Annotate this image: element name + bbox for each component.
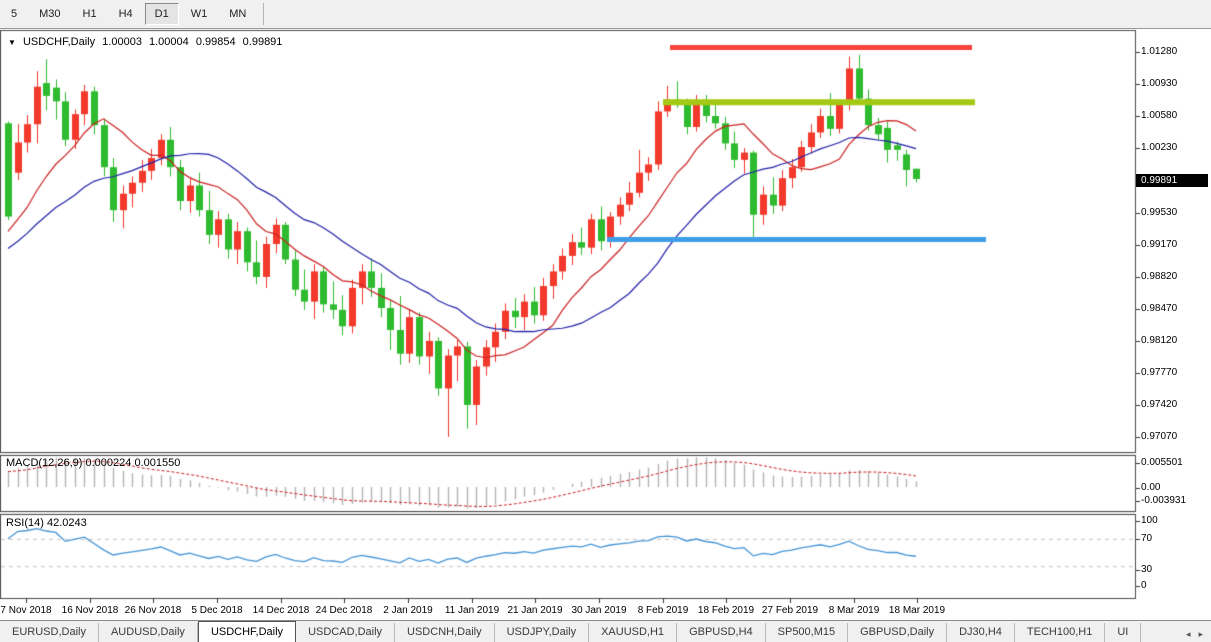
tab-USDCNH-Daily[interactable]: USDCNH,Daily: [395, 623, 495, 642]
date-axis-label: 11 Jan 2019: [445, 605, 499, 616]
date-axis-label: 8 Mar 2019: [829, 605, 880, 616]
price-axis-label: 0.99170: [1141, 239, 1177, 250]
price-axis-label: 0.98470: [1141, 303, 1177, 314]
tab-scroll-arrows: ◂▸: [1182, 627, 1211, 642]
price-axis-label: 0.97770: [1141, 367, 1177, 378]
quote-low: 0.99854: [196, 36, 236, 48]
macd-indicator-title: MACD(12,26,9) 0.000224 0.001550: [6, 457, 180, 469]
price-axis-label: 0.99530: [1141, 207, 1177, 218]
price-axis-label: 1.00930: [1141, 78, 1177, 89]
date-axis-label: 7 Nov 2018: [0, 605, 51, 616]
tab-USDJPY-Daily[interactable]: USDJPY,Daily: [495, 623, 590, 642]
tab-USDCAD-Daily[interactable]: USDCAD,Daily: [296, 623, 395, 642]
price-axis-label: 0.98820: [1141, 271, 1177, 282]
macd-axis-label: -0.003931: [1141, 495, 1186, 506]
timeframe-m30[interactable]: M30: [29, 3, 70, 25]
tab-scroll-left-icon[interactable]: ◂: [1182, 627, 1195, 642]
tab-scroll-right-icon[interactable]: ▸: [1194, 627, 1207, 642]
macd-main-value: 0.000224: [85, 457, 131, 469]
price-axis-label: 0.97070: [1141, 431, 1177, 442]
price-axis-label: 1.01280: [1141, 46, 1177, 57]
date-axis-label: 2 Jan 2019: [383, 605, 433, 616]
tab-USDCHF-Daily[interactable]: USDCHF,Daily: [198, 621, 296, 642]
rsi-axis-label: 100: [1141, 515, 1158, 526]
date-axis-label: 24 Dec 2018: [316, 605, 373, 616]
date-axis-label: 27 Feb 2019: [762, 605, 818, 616]
price-axis-label: 0.97420: [1141, 399, 1177, 410]
current-price-badge: 0.99891: [1136, 174, 1208, 187]
date-axis-label: 16 Nov 2018: [62, 605, 119, 616]
rsi-label: RSI(14): [6, 517, 44, 529]
macd-axis-label: 0.00: [1141, 482, 1160, 493]
trading-terminal-window: 5M30H1H4D1W1MN ▼ USDCHF,Daily 1.00003 1.…: [0, 0, 1211, 642]
tab-EURUSD-Daily[interactable]: EURUSD,Daily: [0, 623, 99, 642]
date-axis-label: 21 Jan 2019: [507, 605, 562, 616]
price-axis-label: 1.00230: [1141, 142, 1177, 153]
date-axis-label: 8 Feb 2019: [638, 605, 689, 616]
tab-XAUUSD-H1[interactable]: XAUUSD,H1: [589, 623, 677, 642]
rsi-axis-label: 0: [1141, 580, 1147, 591]
chart-tabs-bar: EURUSD,DailyAUDUSD,DailyUSDCHF,DailyUSDC…: [0, 620, 1211, 642]
collapse-chart-icon[interactable]: ▼: [8, 38, 16, 47]
rsi-value: 42.0243: [47, 517, 87, 529]
date-axis-label: 5 Dec 2018: [191, 605, 242, 616]
quote-open: 1.00003: [102, 36, 142, 48]
rsi-indicator-title: RSI(14) 42.0243: [6, 517, 87, 529]
timeframe-d1[interactable]: D1: [145, 3, 179, 25]
rsi-axis-label: 70: [1141, 533, 1152, 544]
price-axis-label: 0.98120: [1141, 335, 1177, 346]
date-axis-label: 26 Nov 2018: [125, 605, 182, 616]
date-axis-label: 18 Feb 2019: [698, 605, 754, 616]
rsi-axis-label: 30: [1141, 564, 1152, 575]
tab-GBPUSD-H4[interactable]: GBPUSD,H4: [677, 623, 766, 642]
timeframe-mn[interactable]: MN: [219, 3, 256, 25]
date-axis-label: 30 Jan 2019: [571, 605, 626, 616]
macd-label: MACD(12,26,9): [6, 457, 82, 469]
timeframe-w1[interactable]: W1: [181, 3, 218, 25]
macd-signal-value: 0.001550: [134, 457, 180, 469]
timeframe-h4[interactable]: H4: [109, 3, 143, 25]
quote-close: 0.99891: [243, 36, 283, 48]
timeframe-toolbar: 5M30H1H4D1W1MN: [0, 0, 1211, 29]
date-axis-label: 18 Mar 2019: [889, 605, 945, 616]
timeframe-h1[interactable]: H1: [73, 3, 107, 25]
price-chart-canvas[interactable]: [0, 29, 1211, 620]
tab-AUDUSD-Daily[interactable]: AUDUSD,Daily: [99, 623, 198, 642]
chart-symbol-label: USDCHF,Daily: [23, 36, 95, 48]
timeframe-5[interactable]: 5: [1, 3, 27, 25]
price-axis-label: 1.00580: [1141, 110, 1177, 121]
toolbar-separator: [263, 3, 264, 25]
quote-high: 1.00004: [149, 36, 189, 48]
tab-UI[interactable]: UI: [1105, 623, 1141, 642]
tab-SP500-M15[interactable]: SP500,M15: [766, 623, 848, 642]
tab-GBPUSD-Daily[interactable]: GBPUSD,Daily: [848, 623, 947, 642]
date-axis-label: 14 Dec 2018: [253, 605, 310, 616]
macd-axis-label: 0.005501: [1141, 457, 1183, 468]
chart-title: ▼ USDCHF,Daily 1.00003 1.00004 0.99854 0…: [8, 36, 286, 48]
tab-DJ30-H4[interactable]: DJ30,H4: [947, 623, 1015, 642]
tab-TECH100-H1[interactable]: TECH100,H1: [1015, 623, 1105, 642]
